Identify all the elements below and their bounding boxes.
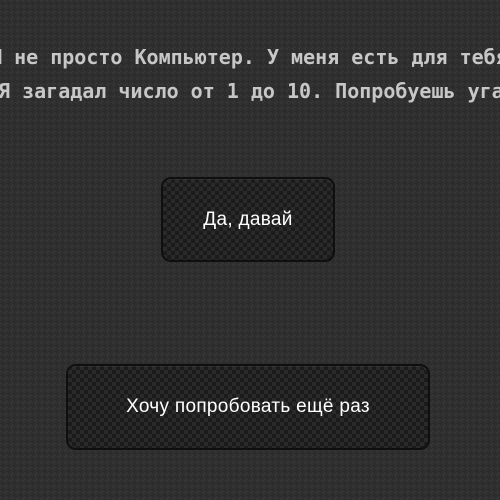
message-line-1: Я не просто Компьютер. У меня есть для т…	[0, 45, 500, 69]
agree-button[interactable]: Да, давай	[161, 177, 335, 262]
message-line-2: Я загадал число от 1 до 10. Попробуешь у…	[0, 79, 500, 103]
try-again-button-label: Хочу попробовать ещё раз	[126, 396, 370, 417]
try-again-button[interactable]: Хочу попробовать ещё раз	[66, 364, 430, 450]
agree-button-label: Да, давай	[203, 208, 293, 230]
computer-message: Я не просто Компьютер. У меня есть для т…	[0, 40, 500, 110]
